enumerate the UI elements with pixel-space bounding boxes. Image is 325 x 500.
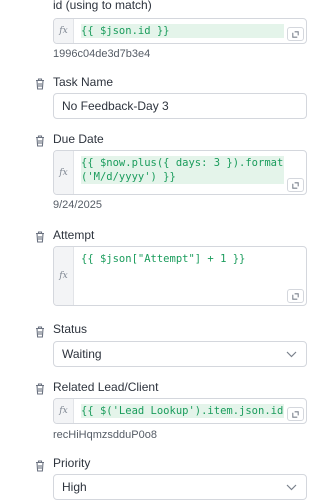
expand-icon[interactable] [287,407,304,421]
expand-icon[interactable] [287,27,304,41]
due-date-resolved-value: 9/24/2025 [53,199,102,211]
due-date-expression-field[interactable]: fx {{ $now.plus({ days: 3 }).format ('M/… [53,150,307,195]
related-lead-expression[interactable]: {{ $('Lead Lookup').item.json.id }} [81,404,284,418]
field-label-due-date: Due Date [53,132,104,146]
task-name-value[interactable]: No Feedback-Day 3 [62,94,169,118]
chevron-down-icon[interactable] [286,475,297,499]
trash-icon[interactable] [35,460,45,472]
field-label-status: Status [53,322,88,336]
chevron-down-icon[interactable] [286,342,297,366]
field-label-id-match: id (using to match) [53,0,152,12]
related-lead-resolved-value: recHiHqmzsdduP0o8 [53,429,157,441]
trash-icon[interactable] [35,231,45,243]
field-label-priority: Priority [53,456,91,470]
status-select[interactable]: Waiting [53,341,307,367]
fx-icon: fx [54,247,74,305]
field-label-attempt: Attempt [53,228,95,242]
attempt-expression[interactable]: {{ $json["Attempt"] + 1 }} [81,252,284,266]
attempt-expression-field[interactable]: fx {{ $json["Attempt"] + 1 }} [53,246,307,306]
expand-icon[interactable] [287,178,304,192]
task-name-input[interactable]: No Feedback-Day 3 [53,93,307,119]
trash-icon[interactable] [35,383,45,395]
priority-select[interactable]: High [53,474,307,500]
field-label-task-name: Task Name [53,75,114,89]
id-match-expression-field[interactable]: fx {{ $json.id }} [53,18,307,44]
trash-icon[interactable] [35,326,45,338]
status-selected-value: Waiting [62,347,102,361]
fx-icon: fx [54,19,74,43]
expand-icon[interactable] [287,289,304,303]
priority-selected-value: High [62,480,87,494]
id-match-resolved-value: 1996c04de3d7b3e4 [53,48,151,60]
due-date-expression[interactable]: {{ $now.plus({ days: 3 }).format ('M/d/y… [81,156,284,184]
related-lead-expression-field[interactable]: fx {{ $('Lead Lookup').item.json.id }} [53,398,307,424]
trash-icon[interactable] [35,78,45,90]
id-match-expression[interactable]: {{ $json.id }} [81,24,284,38]
fx-icon: fx [54,399,74,423]
trash-icon[interactable] [35,135,45,147]
fx-icon: fx [54,151,74,194]
field-label-related-lead: Related Lead/Client [53,380,159,394]
